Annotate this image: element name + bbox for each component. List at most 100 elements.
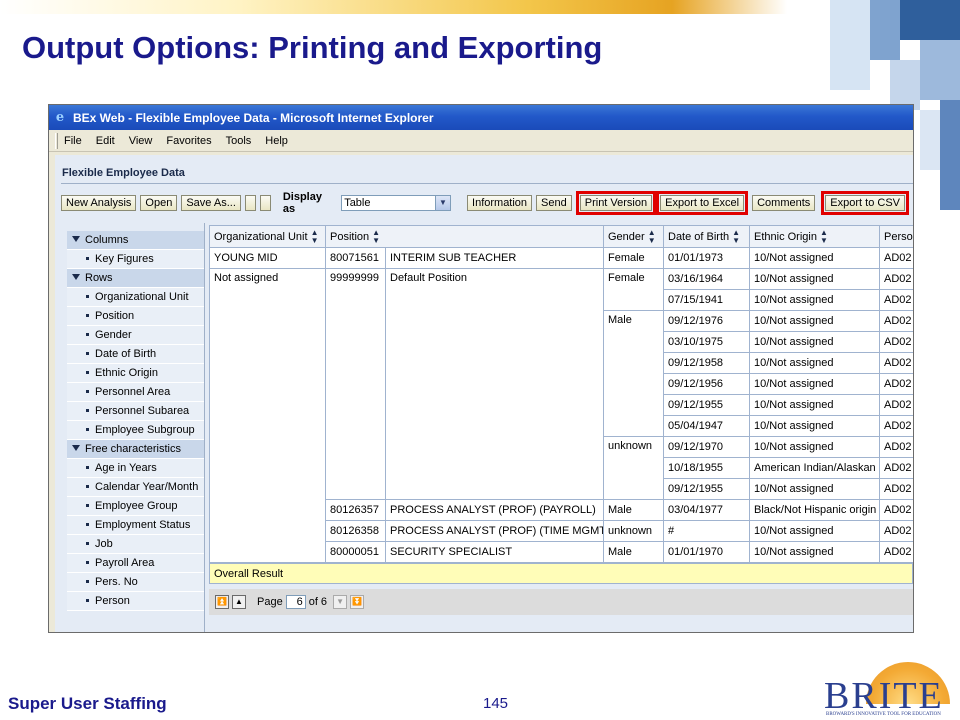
next-page-icon[interactable]: ▼ bbox=[333, 595, 348, 609]
sort-icon[interactable]: ▲ ▼ bbox=[732, 228, 740, 245]
cell-ethnic-origin: 10/Not assigned bbox=[749, 373, 880, 395]
cell-gender: Male bbox=[603, 541, 664, 563]
column-header-position[interactable]: Position ▲ ▼ bbox=[325, 225, 604, 248]
cell-personnel-area: AD02 bbox=[879, 415, 913, 437]
column-header-ethnic-origin[interactable]: Ethnic Origin ▲ ▼ bbox=[749, 225, 880, 248]
nav-item-payroll-area[interactable]: Payroll Area bbox=[67, 554, 205, 573]
print-version-button[interactable]: Print Version bbox=[575, 191, 657, 215]
cell-gender: unknown bbox=[603, 520, 664, 542]
header-label: Gender bbox=[608, 230, 645, 243]
cell-ethnic-origin: 10/Not assigned bbox=[749, 436, 880, 458]
export-to-excel-button[interactable]: Export to Excel bbox=[656, 191, 749, 215]
nav-item-employee-subgroup[interactable]: Employee Subgroup bbox=[67, 421, 205, 440]
open-button[interactable]: Open bbox=[140, 195, 178, 211]
cell-ethnic-origin: 10/Not assigned bbox=[749, 352, 880, 374]
chevron-down-icon[interactable]: ▼ bbox=[435, 196, 451, 210]
nav-item-age-in-years[interactable]: Age in Years bbox=[67, 459, 205, 478]
slide-page-number: 145 bbox=[483, 695, 509, 712]
menu-file[interactable]: File bbox=[64, 135, 82, 147]
new-analysis-button[interactable]: New Analysis bbox=[61, 195, 137, 211]
menu-favorites[interactable]: Favorites bbox=[166, 135, 211, 147]
nav-rows-header[interactable]: Rows bbox=[67, 269, 205, 288]
nav-item-label: Job bbox=[95, 538, 113, 550]
nav-item-label: Calendar Year/Month bbox=[95, 481, 199, 493]
comments-button[interactable]: Comments bbox=[752, 195, 816, 211]
overall-result-row: Overall Result bbox=[209, 563, 913, 584]
results-table-area: Organizational Unit ▲ ▼ Position ▲ ▼ Gender ▲… bbox=[209, 225, 913, 617]
information-button[interactable]: Information bbox=[467, 195, 533, 211]
nav-item-organizational-unit[interactable]: Organizational Unit bbox=[67, 288, 205, 307]
cell-personnel-area: AD02 bbox=[879, 247, 913, 269]
last-page-icon[interactable]: ⏬ bbox=[350, 595, 365, 609]
header-label: Ethnic Origin bbox=[754, 230, 817, 243]
nav-item-gender[interactable]: Gender bbox=[67, 326, 205, 345]
header-label: Position bbox=[330, 230, 370, 243]
first-page-icon[interactable]: ⏫ bbox=[215, 595, 229, 609]
nav-item-label: Organizational Unit bbox=[95, 291, 189, 303]
sort-icon[interactable]: ▲ ▼ bbox=[820, 228, 828, 245]
nav-item-position[interactable]: Position bbox=[67, 307, 205, 326]
nav-item-date-of-birth[interactable]: Date of Birth bbox=[67, 345, 205, 364]
sort-icon[interactable]: ▲ ▼ bbox=[372, 228, 380, 245]
nav-item-key-figures[interactable]: Key Figures bbox=[67, 250, 205, 269]
display-as-value: Table bbox=[344, 197, 371, 209]
cell-personnel-area: AD02 bbox=[879, 331, 913, 353]
previous-page-icon[interactable]: ▲ bbox=[232, 595, 246, 609]
cell-ethnic-origin: 10/Not assigned bbox=[749, 415, 880, 437]
cell-position-id: 80126358 bbox=[325, 520, 386, 542]
nav-item-label: Personnel Subarea bbox=[95, 405, 190, 417]
nav-free-characteristics-header[interactable]: Free characteristics bbox=[67, 440, 205, 459]
nav-columns-header[interactable]: Columns bbox=[67, 231, 205, 250]
bullet-icon bbox=[86, 466, 89, 469]
column-header-org-unit[interactable]: Organizational Unit ▲ ▼ bbox=[209, 225, 326, 248]
toolbar-small-button-1[interactable] bbox=[244, 195, 256, 211]
cell-date-of-birth: 03/10/1975 bbox=[663, 331, 750, 353]
navigation-panel: Columns Key Figures Rows Organizational … bbox=[67, 231, 205, 621]
nav-item-calendar-year-month[interactable]: Calendar Year/Month bbox=[67, 478, 205, 497]
column-header-gender[interactable]: Gender ▲ ▼ bbox=[603, 225, 664, 248]
cell-personnel-area: AD02 bbox=[879, 289, 913, 311]
nav-item-pers-no[interactable]: Pers. No bbox=[67, 573, 205, 592]
slide-title: Output Options: Printing and Exporting bbox=[22, 30, 603, 65]
column-header-personnel-area[interactable]: Perso bbox=[879, 225, 913, 248]
nav-item-person[interactable]: Person bbox=[67, 592, 205, 611]
nav-item-personnel-subarea[interactable]: Personnel Subarea bbox=[67, 402, 205, 421]
cell-date-of-birth: 09/12/1958 bbox=[663, 352, 750, 374]
save-as-button[interactable]: Save As... bbox=[181, 195, 241, 211]
display-as-select[interactable]: Table ▼ bbox=[341, 195, 452, 211]
nav-item-personnel-area[interactable]: Personnel Area bbox=[67, 383, 205, 402]
nav-item-label: Employment Status bbox=[95, 519, 191, 531]
menu-view[interactable]: View bbox=[129, 135, 153, 147]
cell-date-of-birth: 09/12/1970 bbox=[663, 436, 750, 458]
page-number-input[interactable]: 6 bbox=[285, 595, 306, 609]
results-table: Organizational Unit ▲ ▼ Position ▲ ▼ Gender ▲… bbox=[209, 225, 913, 563]
bullet-icon bbox=[86, 561, 89, 564]
cell-date-of-birth: 03/16/1964 bbox=[663, 268, 750, 290]
cell-ethnic-origin: American Indian/Alaskan bbox=[749, 457, 880, 479]
window-titlebar: e BEx Web - Flexible Employee Data - Mic… bbox=[49, 105, 913, 130]
triangle-down-icon bbox=[72, 445, 80, 451]
cell-personnel-area: AD02 bbox=[879, 373, 913, 395]
toolbar-grip bbox=[55, 132, 58, 149]
sort-icon[interactable]: ▲ ▼ bbox=[311, 228, 319, 245]
menu-edit[interactable]: Edit bbox=[96, 135, 115, 147]
nav-item-employment-status[interactable]: Employment Status bbox=[67, 516, 205, 535]
column-header-date-of-birth[interactable]: Date of Birth ▲ ▼ bbox=[663, 225, 750, 248]
sort-icon[interactable]: ▲ ▼ bbox=[648, 228, 656, 245]
bullet-icon bbox=[86, 352, 89, 355]
cell-personnel-area: AD02 bbox=[879, 457, 913, 479]
cell-date-of-birth: 05/04/1947 bbox=[663, 415, 750, 437]
toolbar-small-button-2[interactable] bbox=[259, 195, 271, 211]
triangle-down-icon bbox=[72, 236, 80, 242]
cell-gender: Male bbox=[603, 499, 664, 521]
export-to-csv-button[interactable]: Export to CSV bbox=[821, 191, 909, 215]
nav-item-employee-group[interactable]: Employee Group bbox=[67, 497, 205, 516]
triangle-down-icon bbox=[72, 274, 80, 280]
nav-item-ethnic-origin[interactable]: Ethnic Origin bbox=[67, 364, 205, 383]
send-button[interactable]: Send bbox=[536, 195, 572, 211]
nav-item-job[interactable]: Job bbox=[67, 535, 205, 554]
pagination-bar: ⏫ ▲ Page 6 of 6 ▼ ⏬ bbox=[209, 589, 913, 615]
nav-divider bbox=[204, 223, 205, 632]
menu-tools[interactable]: Tools bbox=[226, 135, 252, 147]
menu-help[interactable]: Help bbox=[265, 135, 288, 147]
